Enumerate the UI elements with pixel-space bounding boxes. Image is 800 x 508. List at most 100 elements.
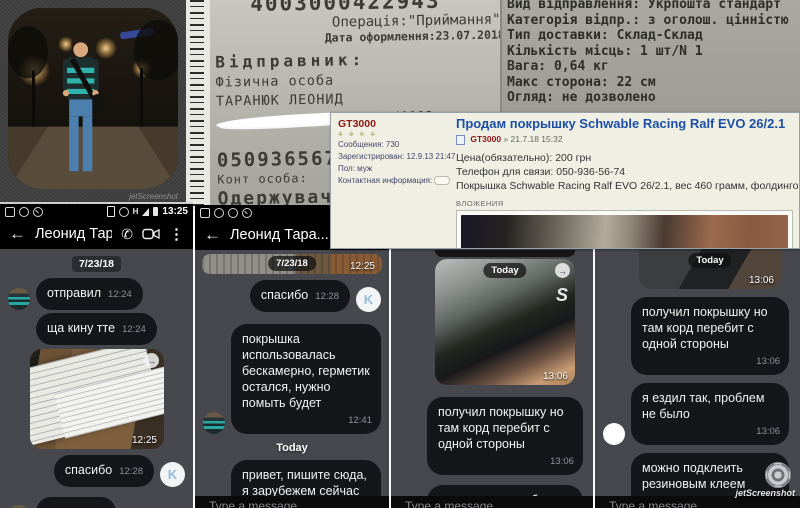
receipt-photo-message-partial[interactable]: 7/23/18 12:25	[202, 254, 382, 274]
message-time: 12:41	[242, 413, 372, 429]
tire-photo-message[interactable]: Today → S 13:06	[435, 259, 575, 385]
image-time: 13:06	[543, 371, 568, 382]
image-time: 12:25	[350, 261, 375, 272]
status-clock: 13:25	[162, 206, 188, 217]
contact-avatar[interactable]	[8, 288, 30, 310]
message-input[interactable]: Type a message	[391, 496, 593, 508]
today-divider: Today	[195, 442, 389, 454]
previous-message-edge	[435, 250, 575, 257]
contact-avatar-placeholder[interactable]	[603, 423, 625, 445]
back-icon[interactable]: ←	[204, 225, 221, 245]
night-scene-illustration	[8, 8, 178, 189]
shipment-weight: Вага: 0,64 кг	[502, 59, 800, 75]
overflow-menu-icon[interactable]: ⋮	[169, 225, 184, 243]
share-icon[interactable]: →	[144, 353, 159, 368]
message-time: 12:28	[315, 291, 339, 302]
outgoing-message[interactable]: спасибо12:28	[250, 280, 350, 312]
receipt-sender-name: ТАРАНЮК ЛЕОНИД	[216, 88, 516, 109]
chat-messages: 7/23/18 12:25 спасибо12:28 K покрышка ис…	[195, 254, 389, 508]
message-row: спасибо12:28 K	[203, 280, 381, 312]
forum-rank-stars: ✻ ✻ ✻ ✻	[338, 131, 444, 138]
call-icon[interactable]: ✆	[121, 226, 133, 243]
forum-price-line: Цена(обязательно): 200 грн	[456, 151, 793, 165]
chat-messages: Today → S 13:06 получил покрышку но там …	[391, 250, 593, 508]
message-time: 13:06	[642, 424, 780, 440]
own-avatar[interactable]: K	[356, 287, 381, 312]
chat-screenshot-3: Today → S 13:06 получил покрышку но там …	[391, 247, 593, 508]
video-call-icon[interactable]	[142, 228, 160, 240]
chat-screenshot-4: Today 13:06 получил покрышку но там корд…	[595, 247, 800, 508]
shipment-category: Категорія відпр.: з оголош. цінністю	[502, 13, 800, 29]
notification-icon	[200, 208, 210, 218]
jetscreenshot-watermark: jetScreenshot	[129, 192, 178, 201]
message-row: отправил12:24	[8, 278, 185, 310]
tire-logo-letter: S	[556, 285, 568, 306]
message-time: 12:24	[122, 324, 146, 335]
screenshot-collage: jetScreenshot 4003000422943 Операція:"Пр…	[0, 0, 800, 508]
forum-user-column: GT3000 ✻ ✻ ✻ ✻ Сообщения: 730 Зарегистри…	[331, 113, 448, 248]
message-row: получил покрышку но там корд перебит с о…	[603, 297, 792, 375]
tire-photo-message-partial[interactable]: Today 13:06	[639, 249, 781, 289]
back-icon[interactable]: ←	[9, 224, 26, 244]
jetscreenshot-logo-icon	[765, 462, 791, 488]
shipment-delivery: Тип доставки: Склад-Склад	[502, 28, 800, 44]
message-row: я ездил так, проблем не было13:06	[603, 383, 792, 445]
message-time: 13:06	[438, 454, 574, 470]
incoming-message[interactable]: покрышка	[36, 497, 116, 508]
date-divider: 7/23/18	[0, 254, 193, 272]
jetscreenshot-watermark: jetScreenshot	[735, 462, 795, 498]
message-row: спасибо12:28 K	[8, 455, 185, 487]
notification-icon	[5, 207, 15, 217]
vibrate-icon	[107, 206, 115, 217]
battery-icon	[153, 207, 158, 216]
message-row: ща кину тте12:24	[8, 313, 185, 345]
shipment-type: Вид відправлення: Укрпошта стандарт	[502, 0, 800, 13]
chat-header: ← Леонид Тара... ✆ ⋮	[0, 219, 193, 249]
shipment-details-photo: Вид відправлення: Укрпошта стандарт Кате…	[500, 0, 800, 112]
incoming-message[interactable]: получил покрышку но там корд перебит с о…	[427, 397, 583, 475]
message-row: покрышка использовалась бескамерно, герм…	[203, 324, 381, 434]
shipment-quantity: Кількість місць: 1 шт/N 1	[502, 44, 800, 60]
image-time: 13:06	[749, 275, 774, 286]
forum-username-link[interactable]: GT3000	[338, 118, 444, 130]
forum-description: Покрышка Schwable Racing Ralf EVO 26/2.1…	[456, 179, 793, 193]
status-bar: H 13:25	[0, 204, 193, 219]
outgoing-message[interactable]: спасибо12:28	[54, 455, 154, 487]
hspa-network-icon: H	[133, 207, 139, 216]
receipt-sender-type: Фізична особа	[215, 69, 515, 90]
receipt-sender-label: Відправник:	[215, 47, 515, 71]
incoming-message[interactable]: получил покрышку но там корд перебит с о…	[631, 297, 789, 375]
message-input[interactable]: Type a message	[195, 496, 389, 508]
tire-attachment-image[interactable]	[461, 215, 788, 248]
share-icon[interactable]: →	[555, 263, 570, 278]
forum-messages-count: Сообщения: 730	[338, 140, 444, 150]
forum-topic-title-link[interactable]: Продам покрышку Schwable Racing Ralf EVO…	[456, 116, 793, 131]
signal-icon	[142, 208, 149, 216]
message-row: получил покрышку но там корд перебит с о…	[399, 397, 585, 475]
incoming-message[interactable]: отправил12:24	[36, 278, 143, 310]
incoming-message[interactable]: я ездил так, проблем не было13:06	[631, 383, 789, 445]
contact-avatar[interactable]	[203, 412, 225, 434]
forum-post-meta: GT3000 » 21.7.18 15:32	[456, 134, 793, 145]
post-date: » 21.7.18 15:32	[503, 134, 562, 144]
forum-post-panel: GT3000 ✻ ✻ ✻ ✻ Сообщения: 730 Зарегистри…	[330, 112, 800, 249]
incoming-message[interactable]: покрышка использовалась бескамерно, герм…	[231, 324, 381, 434]
chat-messages: 7/23/18 отправил12:24 ща кину тте12:24 →…	[0, 254, 193, 508]
chat-contact-name[interactable]: Леонид Тара...	[35, 226, 112, 242]
forum-registered: Зарегистрирован: 12.9.13 21:47	[338, 152, 444, 162]
message-time: 12:28	[119, 466, 143, 477]
message-time: 13:06	[642, 354, 780, 370]
notification-icon	[242, 208, 252, 218]
data-icon	[119, 207, 129, 217]
receipt-photo-message[interactable]: → 12:25	[30, 349, 164, 449]
shipment-max-side: Макс сторона: 22 см	[502, 75, 800, 91]
attachment-box	[456, 210, 793, 248]
attachments-label: ВЛОЖЕНИЯ	[456, 199, 793, 208]
post-page-icon	[456, 135, 465, 145]
incoming-message[interactable]: ща кину тте12:24	[36, 313, 157, 345]
own-avatar[interactable]: K	[160, 462, 185, 487]
date-pill: Today	[483, 263, 526, 278]
forum-post-column: Продам покрышку Schwable Racing Ralf EVO…	[448, 113, 799, 248]
image-time: 12:25	[132, 435, 157, 446]
post-author-link[interactable]: GT3000	[470, 134, 501, 144]
